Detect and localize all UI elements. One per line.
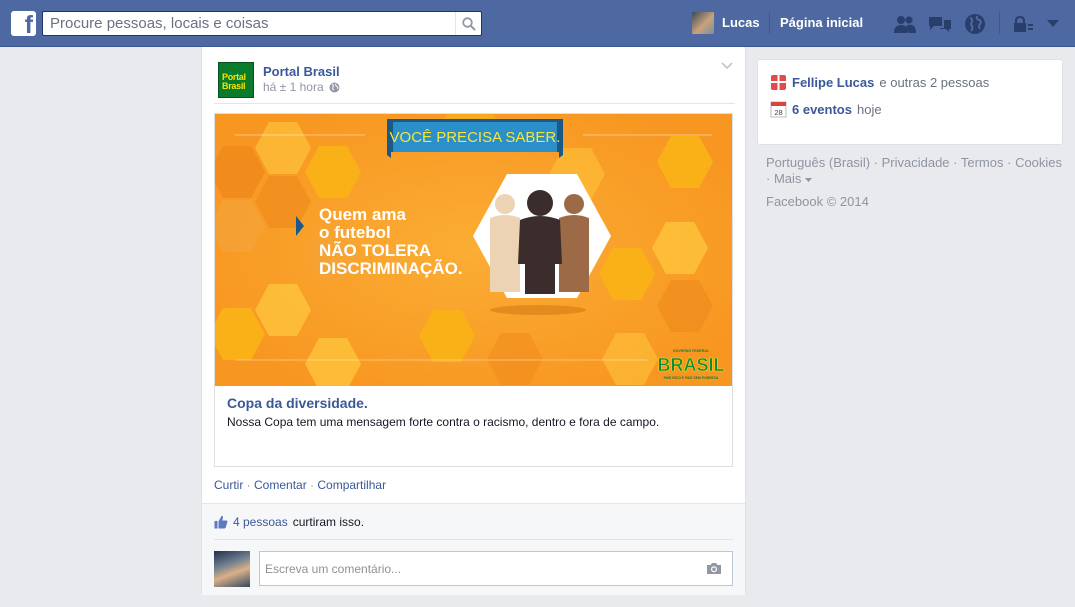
search-icon — [461, 16, 476, 31]
ufi-feedback-area: 4 pessoas curtiram isso. — [202, 503, 745, 595]
svg-text:28: 28 — [774, 108, 782, 117]
account-menu-chevron-icon[interactable] — [1041, 12, 1065, 36]
facebook-logo-icon[interactable]: f — [11, 11, 36, 36]
friend-requests-icon[interactable] — [893, 12, 917, 36]
comment-composer — [259, 551, 733, 586]
events-count[interactable]: 6 eventos — [792, 102, 852, 117]
page-footer: Português (Brasil) · Privacidade · Termo… — [766, 155, 1063, 186]
feedback-divider — [214, 539, 733, 540]
messages-icon[interactable] — [928, 12, 952, 36]
birthday-reminder[interactable]: Fellipe Lucas e outras 2 pessoas — [770, 74, 989, 91]
top-navigation-bar: f Lucas Página inicial — [0, 0, 1075, 47]
camera-icon[interactable] — [706, 562, 722, 578]
copyright-text: Facebook © 2014 — [766, 194, 869, 209]
attachment-description: Nossa Copa tem uma mensagem forte contra… — [227, 415, 660, 429]
footer-link-terms[interactable]: Termos — [961, 155, 1004, 170]
footer-link-cookies[interactable]: Cookies — [1015, 155, 1062, 170]
footer-link-more[interactable]: Mais — [774, 171, 801, 186]
banner-line-2: o futebol — [319, 223, 391, 242]
link-attachment[interactable]: VOCÊ PRECISA SABER. Quem ama o futebol N… — [214, 113, 733, 467]
search-bar — [42, 11, 482, 36]
story-timestamp: há ± 1 hora — [263, 80, 340, 94]
banner-line-1: Quem ama — [319, 205, 406, 224]
banner-line-4: DISCRIMINAÇÃO. — [319, 258, 463, 278]
footer-link-language[interactable]: Português (Brasil) — [766, 155, 870, 170]
story-author-link[interactable]: Portal Brasil — [263, 64, 340, 79]
like-summary: 4 pessoas curtiram isso. — [214, 515, 364, 529]
svg-text:BRASIL: BRASIL — [658, 355, 725, 375]
attachment-title-link[interactable]: Copa da diversidade. — [227, 395, 368, 411]
events-reminder[interactable]: 28 6 eventos hoje — [770, 100, 882, 118]
action-separator: · — [243, 478, 255, 492]
comment-input[interactable] — [260, 552, 690, 585]
public-globe-icon — [329, 82, 340, 92]
user-avatar[interactable] — [692, 12, 714, 34]
search-input[interactable] — [43, 12, 448, 35]
timestamp-text[interactable]: há ± 1 hora — [263, 80, 324, 94]
birthday-suffix: e outras 2 pessoas — [879, 75, 990, 90]
action-separator: · — [306, 478, 318, 492]
svg-text:GOVERNO FEDERAL: GOVERNO FEDERAL — [673, 349, 710, 353]
notifications-globe-icon[interactable] — [963, 12, 987, 36]
like-link[interactable]: Curtir — [214, 478, 243, 492]
birthday-name[interactable]: Fellipe Lucas — [792, 75, 874, 90]
header-divider — [214, 103, 735, 104]
likes-suffix: curtiram isso. — [292, 515, 365, 529]
caret-down-icon — [805, 178, 813, 182]
news-feed-story: Portal Brasil Portal Brasil há ± 1 hora — [201, 47, 746, 595]
nav-divider — [769, 12, 770, 34]
banner-tag: VOCÊ PRECISA SABER. — [390, 129, 561, 146]
events-suffix: hoje — [856, 101, 882, 117]
comment-link[interactable]: Comentar — [254, 478, 307, 492]
commenter-avatar[interactable] — [214, 551, 250, 587]
banner-line-3: NÃO TOLERA — [319, 240, 431, 260]
thumbs-up-icon — [214, 515, 228, 529]
gift-icon — [771, 75, 786, 90]
home-link[interactable]: Página inicial — [780, 15, 863, 30]
profile-link[interactable]: Lucas — [722, 15, 760, 30]
page-avatar[interactable]: Portal Brasil — [218, 62, 254, 98]
reminders-box: Fellipe Lucas e outras 2 pessoas 28 6 ev… — [757, 59, 1063, 145]
people-illustration — [490, 190, 589, 294]
calendar-icon: 28 — [770, 101, 787, 118]
story-actions: Curtir · Comentar · Compartilhar — [214, 478, 386, 492]
story-options-chevron-icon[interactable] — [721, 59, 733, 73]
privacy-lock-icon[interactable] — [1011, 12, 1035, 36]
search-button[interactable] — [455, 12, 481, 35]
footer-link-privacy[interactable]: Privacidade — [882, 155, 950, 170]
attachment-banner-image[interactable]: VOCÊ PRECISA SABER. Quem ama o futebol N… — [215, 114, 732, 386]
share-link[interactable]: Compartilhar — [317, 478, 386, 492]
svg-text:PAÍS RICO É PAÍS SEM POBREZA: PAÍS RICO É PAÍS SEM POBREZA — [664, 375, 719, 380]
likers-link[interactable]: 4 pessoas — [233, 515, 288, 529]
nav-divider — [999, 12, 1000, 34]
